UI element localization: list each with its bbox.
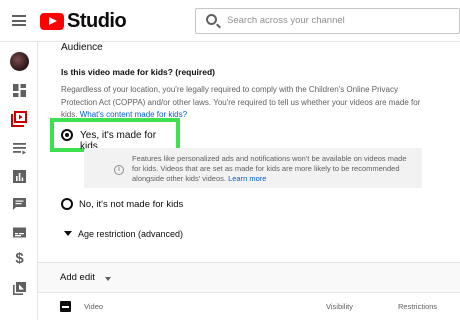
youtube-play-icon — [40, 12, 64, 30]
made-for-kids-question: Is this video made for kids? (required) — [61, 67, 215, 77]
option-no-label: No, it's not made for kids — [79, 199, 184, 210]
notice-text: Features like personalized ads and notif… — [132, 154, 414, 184]
table-header: Video Visibility Restrictions — [38, 292, 460, 320]
search-icon — [206, 14, 217, 25]
chevron-down-icon — [64, 231, 72, 236]
analytics-icon[interactable] — [13, 170, 26, 183]
learn-more-link[interactable]: Learn more — [228, 174, 266, 183]
studio-logo[interactable]: Studio — [40, 9, 127, 32]
caret-down-icon[interactable] — [105, 277, 111, 281]
kids-info-notice: i Features like personalized ads and not… — [84, 148, 422, 188]
column-video[interactable]: Video — [84, 302, 103, 311]
radio-no[interactable] — [61, 198, 73, 210]
age-restriction-toggle[interactable]: Age restriction (advanced) — [64, 228, 244, 242]
coppa-description: Regardless of your location, you're lega… — [61, 84, 431, 122]
playlists-icon[interactable] — [13, 142, 26, 155]
age-restriction-label: Age restriction (advanced) — [78, 229, 184, 239]
search-placeholder: Search across your channel — [227, 15, 345, 26]
top-bar: Studio Search across your channel — [0, 0, 460, 42]
dashboard-icon[interactable] — [13, 84, 26, 97]
logo-text: Studio — [67, 9, 127, 32]
library-icon[interactable] — [13, 282, 26, 295]
option-made-for-kids[interactable]: Yes, it's made for kids — [50, 118, 180, 152]
menu-icon[interactable] — [12, 15, 26, 26]
dollar-icon[interactable]: $ — [13, 251, 26, 266]
audience-heading: Audience — [61, 42, 103, 53]
search-input[interactable]: Search across your channel — [195, 8, 460, 34]
edit-bar: Add edit — [38, 262, 460, 292]
content-icon[interactable] — [11, 111, 27, 127]
left-rail: $ — [0, 42, 38, 320]
info-icon: i — [114, 165, 124, 175]
column-restrictions[interactable]: Restrictions — [398, 302, 437, 311]
avatar[interactable] — [10, 52, 29, 71]
add-edit-button[interactable]: Add edit — [60, 272, 95, 283]
comments-icon[interactable] — [13, 198, 26, 211]
radio-yes[interactable] — [61, 129, 73, 141]
column-visibility[interactable]: Visibility — [326, 302, 353, 311]
notice-body: Features like personalized ads and notif… — [132, 154, 407, 183]
option-not-made-for-kids[interactable]: No, it's not made for kids — [61, 198, 211, 212]
subtitles-icon[interactable] — [13, 226, 26, 239]
select-all-checkbox[interactable] — [60, 301, 71, 312]
